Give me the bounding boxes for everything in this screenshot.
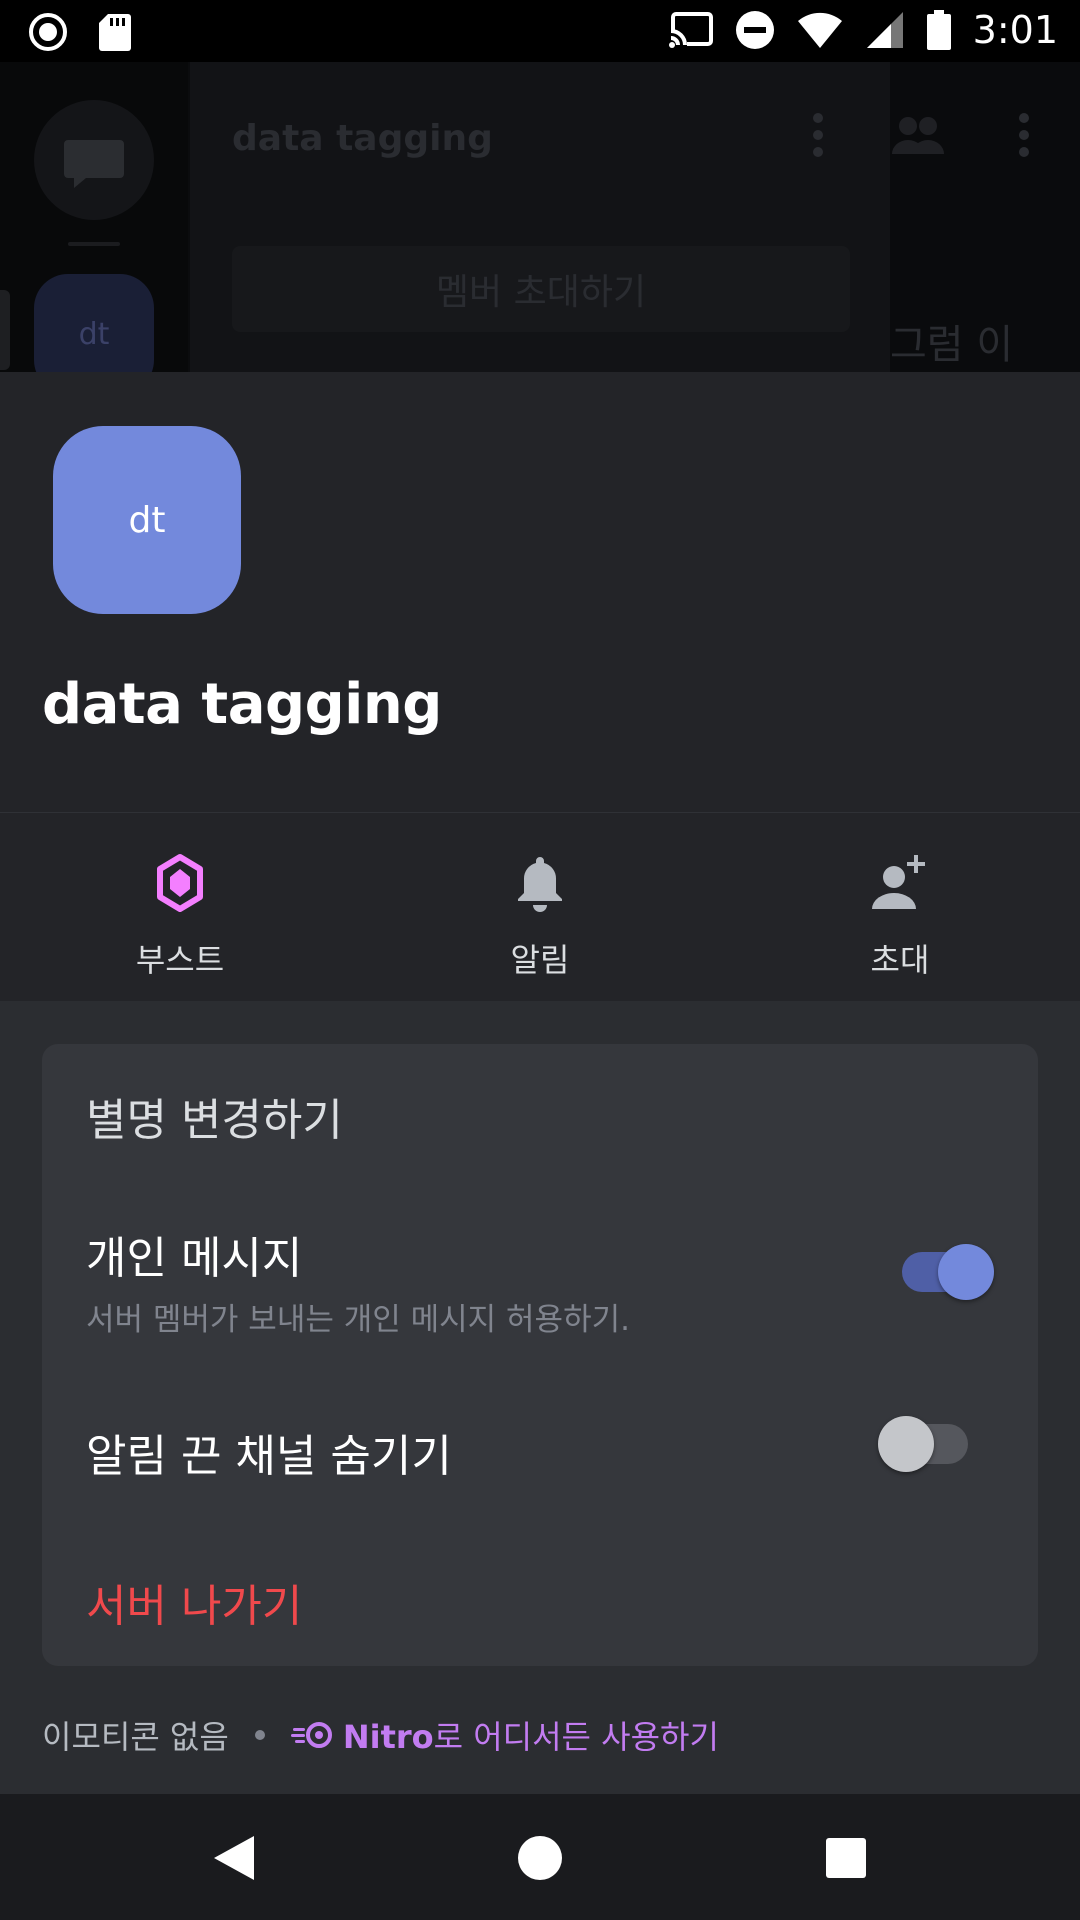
bell-icon <box>518 857 562 912</box>
server-settings-card: 별명 변경하기 개인 메시지 서버 멤버가 보내는 개인 메시지 허용하기. 알… <box>42 1044 1038 1666</box>
hide-muted-channels-label: 알림 끈 채널 숨기기 <box>86 1431 452 1482</box>
direct-messages-icon <box>34 100 154 220</box>
leave-server-button[interactable]: 서버 나가기 <box>86 1570 302 1634</box>
toggle-knob <box>878 1416 934 1472</box>
notifications-action[interactable]: 알림 <box>360 813 720 1001</box>
channel-panel: data tagging 멤버 초대하기 <box>190 62 890 372</box>
separator-dot <box>254 1730 265 1740</box>
invite-label: 초대 <box>870 941 930 979</box>
boost-action[interactable]: 부스트 <box>0 813 360 1001</box>
direct-messages-setting-subtitle: 서버 멤버가 보내는 개인 메시지 허용하기. <box>86 1302 630 1338</box>
navigation-bar <box>0 1794 1080 1920</box>
signal-icon <box>866 12 903 48</box>
nitro-brand: Nitro <box>342 1718 434 1756</box>
hide-muted-channels-toggle[interactable] <box>878 1416 968 1472</box>
status-time: 3:01 <box>972 8 1058 52</box>
wifi-icon <box>797 12 842 48</box>
nitro-upsell-link[interactable]: Nitro로 어디서든 사용하기 <box>343 1712 719 1758</box>
toggle-knob <box>938 1244 994 1300</box>
invite-members-button: 멤버 초대하기 <box>232 246 850 332</box>
battery-icon <box>926 10 951 50</box>
direct-messages-setting-title: 개인 메시지 <box>86 1233 303 1284</box>
more-vertical-icon <box>813 113 823 157</box>
invite-action[interactable]: 초대 <box>720 813 1080 1001</box>
members-icon <box>892 117 944 154</box>
direct-messages-toggle[interactable] <box>902 1244 994 1300</box>
boost-icon <box>157 854 203 912</box>
server-bottom-sheet: dt data tagging 부스트 알림 초대 별명 변경하기 개인 메시지… <box>0 372 1080 1794</box>
server-icon: dt <box>34 274 154 372</box>
back-icon[interactable] <box>206 1830 262 1886</box>
nitro-icon[interactable] <box>290 1720 335 1750</box>
channel-panel-title: data tagging <box>232 118 493 159</box>
change-nickname-button[interactable]: 별명 변경하기 <box>86 1084 343 1148</box>
server-rail: dt <box>0 62 188 372</box>
record-icon <box>29 13 67 51</box>
quick-actions: 부스트 알림 초대 <box>0 812 1080 1001</box>
server-avatar: dt <box>53 426 241 614</box>
do-not-disturb-icon <box>735 11 774 49</box>
server-name: data tagging <box>42 672 442 737</box>
boost-label: 부스트 <box>135 941 225 979</box>
sheet-header: dt data tagging <box>0 372 1080 812</box>
background-app: dt data tagging 멤버 초대하기 그럼 이 <box>0 62 1080 372</box>
chat-area: 그럼 이 <box>890 62 1080 372</box>
home-icon[interactable] <box>512 1830 568 1886</box>
chat-more-icon <box>1019 113 1029 157</box>
recents-icon[interactable] <box>818 1830 874 1886</box>
emoji-footer: 이모티콘 없음 Nitro로 어디서든 사용하기 <box>42 1712 719 1758</box>
add-member-icon <box>872 855 925 909</box>
cast-icon <box>668 12 713 49</box>
status-bar: 3:01 <box>0 0 1080 62</box>
sd-card-icon <box>99 14 131 51</box>
rail-divider <box>68 242 120 246</box>
no-emoji-text: 이모티콘 없음 <box>42 1718 229 1756</box>
selected-indicator <box>0 290 10 370</box>
notifications-label: 알림 <box>510 941 570 979</box>
nitro-upsell-text: 로 어디서든 사용하기 <box>433 1718 719 1756</box>
chat-preview-text: 그럼 이 <box>890 322 1014 368</box>
